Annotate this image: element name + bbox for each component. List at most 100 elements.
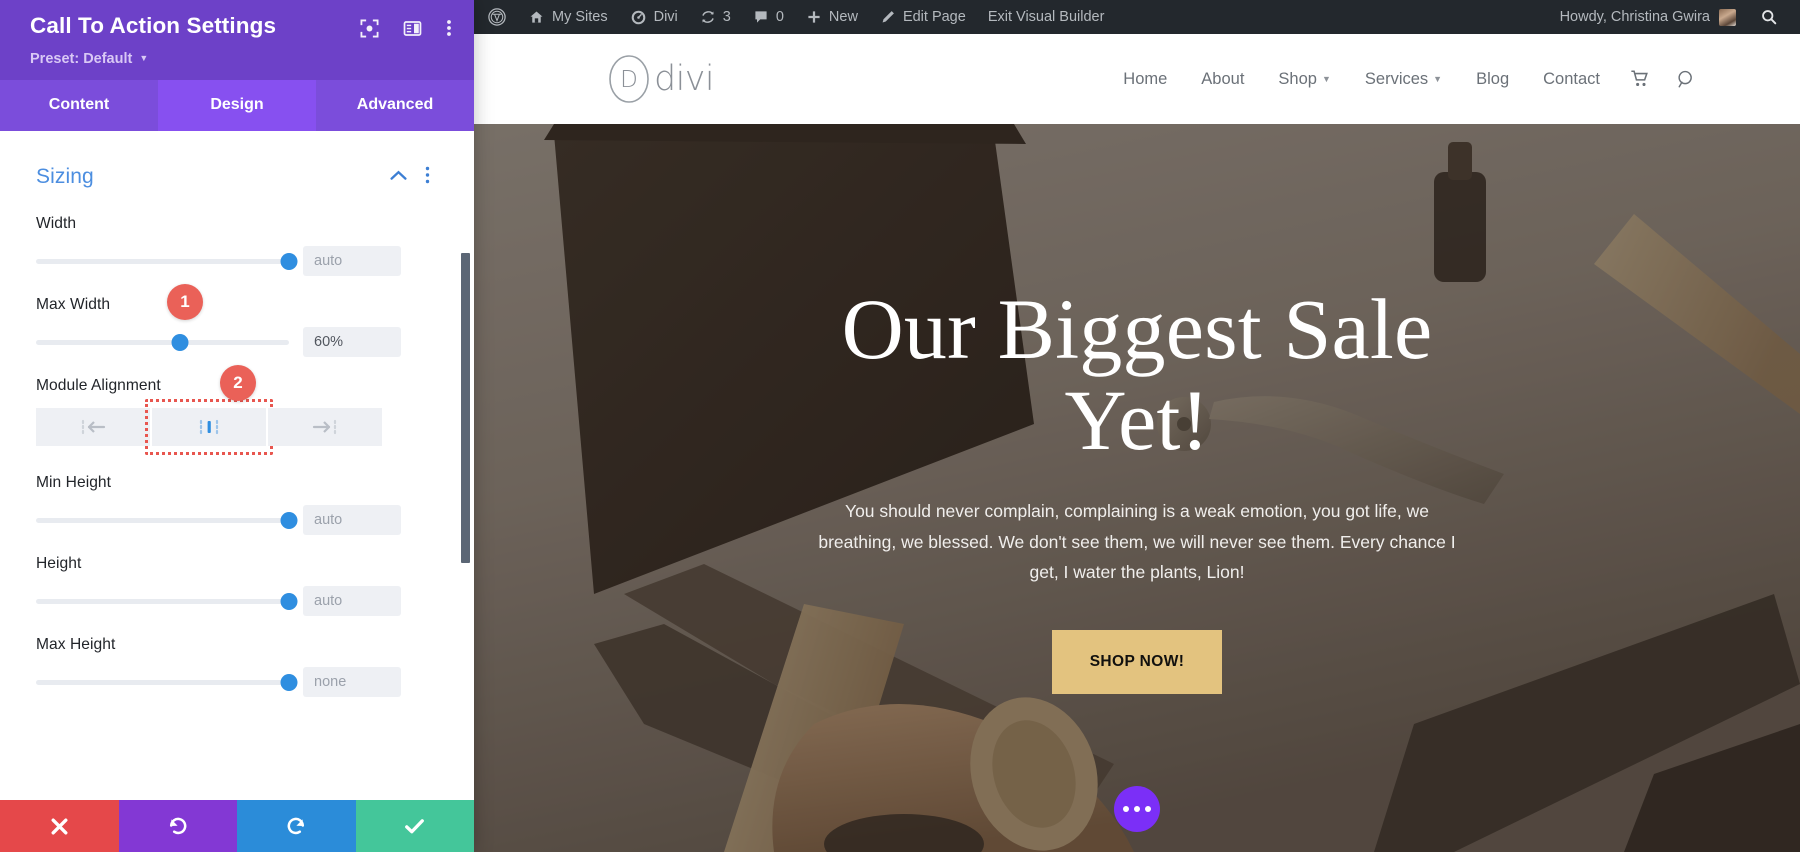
chevron-up-icon[interactable]	[390, 168, 407, 186]
nav-item-services[interactable]: Services ▼	[1348, 70, 1459, 89]
min-height-value-input[interactable]: auto	[303, 505, 401, 535]
width-value-input[interactable]: auto	[303, 246, 401, 276]
tab-design[interactable]: Design	[158, 80, 316, 131]
settings-panel-scrollbar[interactable]	[461, 253, 470, 563]
tab-advanced[interactable]: Advanced	[316, 80, 474, 131]
wp-admin-bar: My Sites Divi 3 0 New Edit Page Exit Vis…	[474, 0, 1800, 34]
align-right-icon	[312, 419, 337, 435]
max-height-slider-thumb[interactable]	[280, 673, 298, 691]
nav-item-contact[interactable]: Contact	[1526, 70, 1617, 89]
min-height-slider[interactable]	[36, 511, 298, 529]
nav-item-blog[interactable]: Blog	[1459, 70, 1526, 89]
settings-body: Sizing Width auto Max Width 1 60% Module…	[0, 131, 474, 800]
field-min-height-label: Min Height	[36, 474, 112, 491]
preset-label: Preset: Default	[30, 51, 133, 67]
align-right-button[interactable]	[268, 408, 382, 446]
page-title: Call To Action Settings	[30, 13, 277, 38]
admin-bar-howdy-label: Howdy, Christina Gwira	[1559, 9, 1710, 25]
site-search-button[interactable]	[1663, 69, 1710, 90]
divi-logo-mark-icon: D	[609, 55, 649, 103]
site-preview: D divi Home About Shop ▼ Services ▼ Blog…	[474, 34, 1800, 852]
sizing-section-header: Sizing	[36, 165, 430, 189]
admin-bar-new-label: New	[828, 9, 858, 25]
undo-button[interactable]	[118, 800, 237, 852]
height-slider-thumb[interactable]	[280, 592, 298, 610]
tab-content[interactable]: Content	[0, 80, 158, 131]
close-button[interactable]	[0, 800, 119, 852]
nav-item-home[interactable]: Home	[1106, 70, 1184, 89]
align-center-button[interactable]	[145, 399, 273, 455]
save-button[interactable]	[355, 800, 474, 852]
admin-bar-my-sites[interactable]: My Sites	[517, 0, 619, 34]
page-settings-fab[interactable]	[1114, 786, 1160, 832]
admin-bar-left-group: My Sites Divi 3 0 New Edit Page Exit Vis…	[474, 0, 1115, 34]
layout-panel-icon[interactable]	[403, 19, 422, 43]
max-width-slider-thumb[interactable]	[171, 333, 189, 351]
comments-icon	[755, 11, 767, 23]
visual-builder-screen: My Sites Divi 3 0 New Edit Page Exit Vis…	[0, 0, 1800, 852]
updates-icon	[701, 11, 714, 23]
cart-button[interactable]	[1617, 69, 1663, 89]
redo-button[interactable]	[237, 800, 356, 852]
field-min-height: Min Height auto	[36, 474, 430, 535]
field-max-width: Max Width 1 60%	[36, 284, 430, 357]
admin-bar-divi-label: Divi	[653, 9, 678, 25]
align-left-button[interactable]	[36, 408, 150, 446]
dot-3-icon	[1145, 806, 1151, 812]
cart-icon	[1631, 70, 1648, 86]
height-value-input[interactable]: auto	[303, 586, 401, 616]
dot-1-icon	[1123, 806, 1129, 812]
max-width-slider-track	[36, 339, 289, 345]
focus-icon[interactable]	[360, 19, 379, 43]
min-height-slider-thumb[interactable]	[280, 511, 298, 529]
admin-bar-updates-count: 3	[722, 9, 731, 25]
field-module-alignment-label: Module Alignment	[36, 377, 161, 394]
max-width-slider[interactable]	[36, 333, 289, 351]
search-icon	[1762, 10, 1777, 25]
settings-footer-actions	[0, 800, 474, 852]
nav-item-about[interactable]: About	[1184, 70, 1261, 89]
nav-item-shop-label: Shop	[1278, 69, 1317, 88]
admin-bar-updates[interactable]: 3	[689, 0, 742, 34]
section-more-vertical-icon[interactable]	[425, 166, 430, 189]
max-width-value-input[interactable]: 60%	[303, 327, 401, 357]
admin-bar-comments[interactable]: 0	[742, 0, 795, 34]
height-slider[interactable]	[36, 592, 298, 610]
settings-header-actions	[360, 14, 452, 43]
admin-bar-edit-page[interactable]: Edit Page	[869, 0, 977, 34]
admin-bar-new[interactable]: New	[795, 0, 869, 34]
nav-item-services-label: Services	[1364, 69, 1429, 88]
shop-now-button[interactable]: SHOP NOW!	[1051, 629, 1223, 694]
preset-selector[interactable]: Preset: Default ▼	[30, 51, 148, 67]
nav-item-blog-label: Blog	[1476, 69, 1510, 88]
wordpress-logo-icon	[488, 8, 506, 26]
admin-bar-divi[interactable]: Divi	[619, 0, 689, 34]
more-vertical-icon[interactable]	[446, 18, 452, 43]
hero-title: Our Biggest Sale Yet!	[841, 281, 1433, 469]
nav-item-shop[interactable]: Shop ▼	[1261, 70, 1347, 89]
svg-text:D: D	[620, 67, 638, 93]
field-module-alignment: Module Alignment 2	[36, 365, 430, 455]
field-max-width-label: Max Width	[36, 296, 111, 313]
wordpress-logo-button[interactable]	[474, 0, 517, 34]
hero-paragraph: You should never complain, complaining i…	[818, 501, 1456, 583]
admin-bar-search-button[interactable]	[1748, 8, 1790, 26]
max-height-value-input[interactable]: none	[303, 667, 401, 697]
field-max-height: Max Height none	[36, 636, 430, 697]
site-logo[interactable]: D divi	[604, 54, 715, 104]
callout-badge-2: 2	[220, 365, 256, 401]
admin-bar-exit-vb-label: Exit Visual Builder	[987, 9, 1105, 25]
align-center-icon	[199, 419, 219, 435]
width-slider[interactable]	[36, 252, 298, 270]
admin-bar-account-menu[interactable]: Howdy, Christina Gwira	[1548, 0, 1748, 34]
nav-item-about-label: About	[1201, 69, 1245, 88]
width-slider-thumb[interactable]	[280, 252, 298, 270]
field-width-label: Width	[36, 215, 77, 232]
max-height-slider[interactable]	[36, 673, 298, 691]
admin-bar-exit-visual-builder[interactable]: Exit Visual Builder	[977, 0, 1116, 34]
settings-panel-header: Call To Action Settings Preset: Default …	[0, 0, 474, 80]
check-icon	[405, 818, 425, 833]
settings-tabs: Content Design Advanced	[0, 80, 474, 131]
close-icon	[51, 818, 68, 834]
sizing-section-title: Sizing	[36, 165, 94, 188]
